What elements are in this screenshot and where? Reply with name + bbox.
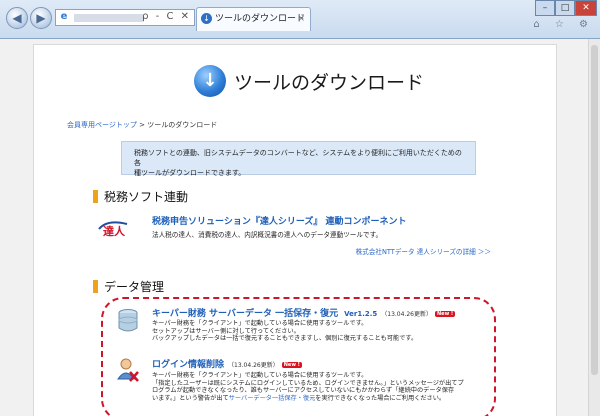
close-window-button[interactable]: ✕ <box>575 0 597 16</box>
page-title: ツールのダウンロード <box>234 72 425 94</box>
tab-title: ツールのダウンロード <box>215 14 306 24</box>
login-info-delete-link[interactable]: ログイン情報削除 （13.04.26更新） New ! <box>152 357 302 370</box>
section-bar <box>93 190 98 203</box>
ie-icon: e <box>60 11 68 22</box>
page-viewport: ↓ ツールのダウンロード 会員専用ページトップ > ツールのダウンロード 税務ソ… <box>0 39 588 416</box>
section-title: データ管理 <box>104 280 165 294</box>
server-data-backup-inline-link[interactable]: サーバーデータ一括保存・復元 <box>229 395 316 402</box>
address-bar[interactable]: e ρ - C ✕ <box>55 9 195 26</box>
user-delete-icon <box>117 358 139 382</box>
address-controls[interactable]: ρ - C ✕ <box>142 11 191 22</box>
breadcrumb-top-link[interactable]: 会員専用ページトップ <box>67 121 137 129</box>
desc-line: ログラムが起動できなくなったり、誰もサーバーにアクセスしていないにもかかわらず「… <box>152 387 455 395</box>
tatsujin-detail-link[interactable]: 株式会社NTTデータ 達人シリーズの詳細 ＞＞ <box>356 246 491 256</box>
item-title[interactable]: ログイン情報削除 <box>152 360 224 370</box>
address-url-redacted <box>74 14 144 22</box>
item-version: Ver1.2.5 <box>344 310 378 318</box>
tatsujin-logo-icon: 達人 <box>98 221 128 237</box>
item-date: （13.04.26更新） <box>381 311 432 318</box>
vertical-scrollbar[interactable] <box>588 39 600 416</box>
section-bar <box>93 280 98 293</box>
intro-line-2: 種ツールがダウンロードできます。 <box>134 169 246 177</box>
content-sheet: ↓ ツールのダウンロード 会員専用ページトップ > ツールのダウンロード 税務ソ… <box>33 44 557 416</box>
minimize-button[interactable]: – <box>535 0 555 16</box>
tatsujin-link-title[interactable]: 税務申告ソリューション『達人シリーズ』 連動コンポーネント <box>152 214 407 227</box>
desc-text: を実行できなくなった場合にご利用ください。 <box>315 394 446 402</box>
item-title[interactable]: キーパー財務 サーバーデータ 一括保存・復元 <box>152 309 338 319</box>
desc-text: います。」という警告が出て <box>152 394 229 402</box>
forward-button[interactable]: ▶ <box>30 7 52 29</box>
desc-line: います。」という警告が出てサーバーデータ一括保存・復元を実行できなくなった場合に… <box>152 395 464 403</box>
tatsujin-description: 法人税の達人、消費税の達人、内訳概況書の達人へのデータ連動ツールです。 <box>152 231 383 239</box>
breadcrumb-separator: > <box>136 121 148 129</box>
page-favicon-icon: ↓ <box>201 13 212 24</box>
desc-line: バックアップしたデータは一括で復元することもできますし、個別に復元することも可能… <box>152 335 418 343</box>
section-heading-data-management: データ管理 <box>93 278 164 295</box>
download-arrow-icon: ↓ <box>194 65 226 97</box>
new-badge: New ! <box>281 362 302 368</box>
intro-line-1: 税務ソフトとの連動、旧システムデータのコンバートなど、システムをより便利にご利用… <box>134 149 462 167</box>
intro-box: 税務ソフトとの連動、旧システムデータのコンバートなど、システムをより便利にご利用… <box>121 141 476 177</box>
section-heading-tax-software: 税務ソフト連動 <box>93 188 188 205</box>
back-button[interactable]: ◀ <box>6 7 28 29</box>
item-date: （13.04.26更新） <box>228 362 279 369</box>
new-badge: New ! <box>435 311 456 317</box>
server-data-backup-description: キーパー財務を「クライアント」で起動している場合に使用するツールです。 セットア… <box>152 320 417 343</box>
maximize-button[interactable]: □ <box>555 0 575 16</box>
tab-close-icon[interactable]: × <box>297 8 305 30</box>
desc-line: キーパー財務を「クライアント」で起動している場合に使用するツールです。 <box>152 320 368 327</box>
breadcrumb-current: ツールのダウンロード <box>147 121 218 129</box>
breadcrumb: 会員専用ページトップ > ツールのダウンロード <box>67 120 217 130</box>
desc-line: キーパー財務を「クライアント」で起動している場合に使用するツールです。 <box>152 372 368 379</box>
scrollbar-thumb[interactable] <box>591 45 598 375</box>
section-title: 税務ソフト連動 <box>104 190 189 204</box>
logo-text: 達人 <box>103 224 126 237</box>
toolbar-icons[interactable]: ⌂ ☆ ⚙ <box>533 19 594 30</box>
database-backup-icon <box>118 309 138 332</box>
browser-chrome: ◀ ▶ e ρ - C ✕ ↓ ツールのダウンロード × – □ ✕ ⌂ ☆ ⚙ <box>0 0 600 39</box>
server-data-backup-link[interactable]: キーパー財務 サーバーデータ 一括保存・復元 Ver1.2.5 （13.04.26更… <box>152 306 456 319</box>
login-info-delete-description: キーパー財務を「クライアント」で起動している場合に使用するツールです。 「指定し… <box>152 372 464 402</box>
tab-active[interactable]: ↓ ツールのダウンロード × <box>196 7 311 31</box>
